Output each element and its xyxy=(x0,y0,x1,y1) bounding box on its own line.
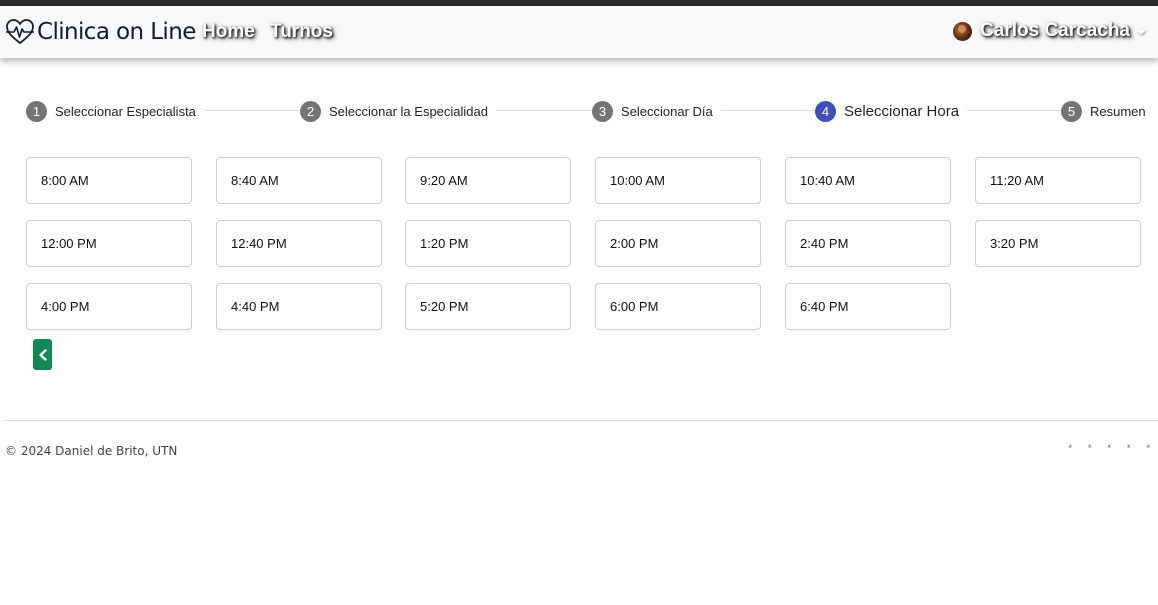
star-mark: * xyxy=(1068,443,1072,453)
time-slot[interactable]: 10:00 AM xyxy=(595,157,761,204)
footer-divider xyxy=(4,420,1158,421)
step-connector xyxy=(718,110,817,111)
brand-name: Clinica on Line xyxy=(37,19,196,45)
time-slot[interactable]: 11:20 AM xyxy=(975,157,1141,204)
user-name: Carlos Carcacha xyxy=(980,20,1130,41)
star-mark: * xyxy=(1126,443,1131,453)
step-5[interactable]: 5 Resumen xyxy=(1061,98,1146,124)
time-slot[interactable]: 2:00 PM xyxy=(595,220,761,267)
brand-link[interactable]: Clinica on Line xyxy=(5,15,196,49)
navbar: Clinica on Line Home Turnos Carlos Carca… xyxy=(0,6,1158,58)
star-mark: * xyxy=(1107,443,1111,453)
step-label: Resumen xyxy=(1090,103,1146,119)
step-number: 3 xyxy=(592,100,613,122)
stepper: 1 Seleccionar Especialista 2 Seleccionar… xyxy=(0,98,1158,124)
time-slot[interactable]: 2:40 PM xyxy=(785,220,951,267)
time-slot[interactable]: 5:20 PM xyxy=(405,283,571,330)
step-4[interactable]: 4 Seleccionar Hora xyxy=(815,98,968,124)
time-slot[interactable]: 6:40 PM xyxy=(785,283,951,330)
step-number: 2 xyxy=(300,100,321,122)
user-menu[interactable]: Carlos Carcacha xyxy=(953,20,1146,42)
back-button[interactable] xyxy=(33,339,52,370)
time-slot[interactable]: 9:20 AM xyxy=(405,157,571,204)
step-label: Seleccionar Día xyxy=(621,103,713,119)
time-slot[interactable]: 8:40 AM xyxy=(216,157,382,204)
step-number: 1 xyxy=(26,100,47,122)
step-3[interactable]: 3 Seleccionar Día xyxy=(592,98,721,124)
heart-pulse-icon xyxy=(6,19,34,44)
star-mark: * xyxy=(1146,443,1150,453)
step-label: Seleccionar la Especialidad xyxy=(329,103,488,119)
footer-stars: * * * * * xyxy=(1061,443,1158,453)
time-slot[interactable]: 6:00 PM xyxy=(595,283,761,330)
star-mark: * xyxy=(1087,443,1092,453)
chevron-down-icon xyxy=(1136,29,1146,35)
nav-turnos[interactable]: Turnos xyxy=(270,21,333,43)
step-label: Seleccionar Hora xyxy=(844,102,960,120)
step-connector xyxy=(203,110,302,111)
time-slot[interactable]: 12:40 PM xyxy=(216,220,382,267)
step-connector xyxy=(495,110,594,111)
time-slot[interactable]: 4:40 PM xyxy=(216,283,382,330)
time-slot[interactable]: 10:40 AM xyxy=(785,157,951,204)
step-number: 4 xyxy=(815,100,836,122)
step-2[interactable]: 2 Seleccionar la Especialidad xyxy=(300,98,496,124)
time-slot[interactable]: 12:00 PM xyxy=(26,220,192,267)
time-slot[interactable]: 4:00 PM xyxy=(26,283,192,330)
step-connector xyxy=(964,110,1063,111)
time-slot[interactable]: 3:20 PM xyxy=(975,220,1141,267)
step-label: Seleccionar Especialista xyxy=(55,103,196,119)
footer-copyright: © 2024 Daniel de Brito, UTN xyxy=(5,444,178,458)
avatar xyxy=(953,21,973,41)
step-1[interactable]: 1 Seleccionar Especialista xyxy=(26,98,204,124)
time-slot[interactable]: 8:00 AM xyxy=(26,157,192,204)
chevron-left-icon xyxy=(38,348,47,361)
nav-home[interactable]: Home xyxy=(202,21,255,43)
time-slot[interactable]: 1:20 PM xyxy=(405,220,571,267)
step-number: 5 xyxy=(1061,100,1082,122)
